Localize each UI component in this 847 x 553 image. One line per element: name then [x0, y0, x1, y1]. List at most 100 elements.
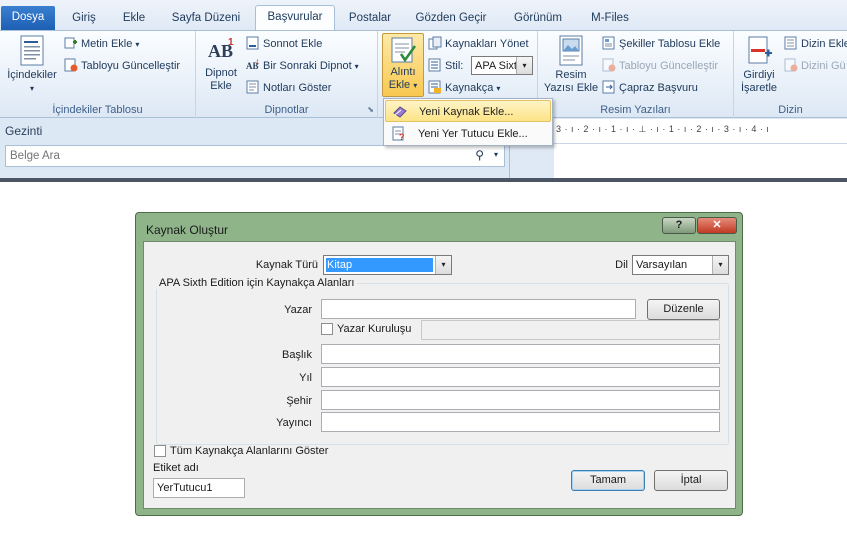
word-ribbon: Dosya Giriş Ekle Sayfa Düzeni Başvurular…: [0, 0, 847, 182]
add-new-source-label: Yeni Kaynak Ekle...: [419, 106, 514, 118]
style-selector[interactable]: Stil:: [428, 56, 463, 76]
insert-citation-icon: [391, 37, 417, 63]
corporate-author-input[interactable]: [421, 320, 720, 340]
mark-entry-label-2: İşaretle: [740, 82, 778, 94]
tab-home[interactable]: Giriş: [62, 7, 106, 30]
bibliography-button[interactable]: Kaynakça ▾: [428, 78, 500, 98]
tab-insert[interactable]: Ekle: [112, 7, 156, 30]
insert-index-button[interactable]: Dizin Ekle: [784, 34, 847, 54]
show-notes-label: Notları Göster: [263, 82, 332, 94]
update-table-icon: [64, 58, 78, 72]
mark-entry-button[interactable]: Girdiyi İşaretle: [736, 35, 782, 95]
add-new-placeholder-menu-item[interactable]: ? Yeni Yer Tutucu Ekle...: [385, 123, 551, 145]
cancel-button[interactable]: İptal: [654, 470, 728, 491]
corporate-author-checkbox[interactable]: [321, 323, 333, 335]
source-type-dropdown[interactable]: Kitap ▾: [323, 255, 452, 275]
language-dropdown[interactable]: Varsayılan ▾: [632, 255, 729, 275]
insert-footnote-button[interactable]: AB 1 Dipnot Ekle: [200, 35, 242, 93]
horizontal-ruler[interactable]: 3 · ı · 2 · ı · 1 · ı · ⊥ · ı · 1 · ı · …: [554, 119, 847, 144]
title-input[interactable]: [321, 344, 720, 364]
publisher-input[interactable]: [321, 412, 720, 432]
create-source-dialog: Kaynak Oluştur ? ✕ Kaynak Türü Kitap ▾ D…: [135, 212, 743, 516]
ribbon-tab-bar: Dosya Giriş Ekle Sayfa Düzeni Başvurular…: [0, 0, 847, 31]
language-value: Varsayılan: [636, 259, 688, 271]
language-label: Dil: [615, 259, 628, 271]
edit-author-button[interactable]: Düzenle: [647, 299, 720, 320]
insert-caption-label-1: Resim: [555, 69, 587, 81]
manage-sources-button[interactable]: Kaynakları Yönet: [428, 34, 529, 54]
tab-review[interactable]: Gözden Geçir: [408, 7, 494, 30]
dialog-title: Kaynak Oluştur: [146, 223, 229, 237]
next-footnote-label: Bir Sonraki Dipnot: [263, 60, 352, 72]
tab-m-files[interactable]: M-Files: [582, 7, 638, 30]
tab-page-layout[interactable]: Sayfa Düzeni: [163, 7, 249, 30]
tab-file[interactable]: Dosya: [1, 6, 55, 30]
ok-button[interactable]: Tamam: [571, 470, 645, 491]
endnote-icon: [246, 36, 259, 50]
search-icon[interactable]: ⚲: [475, 148, 484, 162]
help-button[interactable]: ?: [662, 217, 696, 234]
update-toc-button[interactable]: Tabloyu Güncelleştir: [64, 56, 180, 76]
bibliography-fields-legend: APA Sixth Edition için Kaynakça Alanları: [156, 277, 358, 289]
add-new-source-menu-item[interactable]: Yeni Kaynak Ekle...: [385, 100, 551, 122]
chevron-down-icon[interactable]: ▾: [712, 256, 728, 274]
insert-caption-label-2: Yazısı Ekle: [543, 82, 599, 94]
svg-text:1: 1: [256, 60, 260, 66]
tab-view[interactable]: Görünüm: [503, 7, 573, 30]
show-all-fields-checkbox[interactable]: [154, 445, 166, 457]
tag-name-label: Etiket adı: [153, 462, 199, 474]
city-input[interactable]: [321, 390, 720, 410]
style-label: Stil:: [445, 60, 464, 72]
insert-caption-button[interactable]: Resim Yazısı Ekle: [542, 35, 600, 95]
dialog-client-area: Kaynak Türü Kitap ▾ Dil Varsayılan ▾ APA…: [143, 241, 736, 509]
year-label: Yıl: [299, 372, 312, 384]
dialog-launcher-icon[interactable]: ⬊: [367, 105, 374, 114]
cross-reference-button[interactable]: Çapraz Başvuru: [602, 78, 698, 98]
insert-table-of-figures-button[interactable]: Şekiller Tablosu Ekle: [602, 34, 720, 54]
group-label-index: Dizin: [778, 104, 803, 116]
author-label: Yazar: [284, 304, 312, 316]
add-new-placeholder-label: Yeni Yer Tutucu Ekle...: [418, 128, 528, 140]
group-footnotes: AB 1 Dipnot Ekle Sonnot Ekle AB 1 Bir Sonr…: [196, 31, 378, 118]
toc-icon: [20, 35, 44, 66]
show-notes-icon: [246, 80, 259, 94]
group-label-captions: Resim Yazıları: [600, 104, 671, 116]
tag-name-input[interactable]: [153, 478, 245, 498]
style-dropdown[interactable]: APA Sixth ▾: [471, 56, 533, 75]
author-input[interactable]: [321, 299, 636, 319]
next-footnote-button[interactable]: AB 1 Bir Sonraki Dipnot ▾: [246, 56, 359, 76]
chevron-down-icon: ▾: [29, 84, 34, 93]
new-placeholder-icon: ?: [392, 126, 405, 141]
bibliography-label: Kaynakça: [445, 82, 494, 94]
toc-button[interactable]: İçindekiler ▾: [4, 35, 60, 95]
insert-endnote-label: Sonnot Ekle: [263, 38, 323, 50]
close-button[interactable]: ✕: [697, 217, 737, 234]
bibliography-icon: [428, 80, 441, 94]
chevron-down-icon[interactable]: ▾: [435, 256, 451, 274]
toc-button-label: İçindekiler: [7, 69, 57, 81]
group-table-of-contents: İçindekiler ▾ Metin Ekle ▾ Tabloyu Güncel…: [0, 31, 196, 118]
source-type-label: Kaynak Türü: [255, 259, 318, 271]
group-label-footnotes: Dipnotlar: [264, 104, 309, 116]
chevron-down-icon[interactable]: ▾: [516, 57, 532, 74]
insert-endnote-button[interactable]: Sonnot Ekle: [246, 34, 322, 54]
next-footnote-icon: AB1: [246, 60, 260, 71]
chevron-down-icon: ▾: [354, 62, 359, 71]
tab-mailings[interactable]: Postalar: [341, 7, 399, 30]
update-table-icon: [602, 58, 616, 72]
show-all-fields-label: Tüm Kaynakça Alanlarını Göster: [170, 445, 329, 457]
update-index-button[interactable]: Dizini Gü: [784, 56, 846, 76]
corporate-author-label: Yazar Kuruluşu: [337, 323, 412, 335]
year-input[interactable]: [321, 367, 720, 387]
insert-index-label: Dizin Ekle: [801, 38, 847, 50]
chevron-down-icon[interactable]: ▾: [494, 150, 498, 159]
style-icon: [428, 58, 441, 72]
update-index-icon: [784, 58, 798, 72]
tab-references[interactable]: Başvurular: [255, 5, 335, 31]
add-text-button[interactable]: Metin Ekle ▾: [64, 34, 139, 54]
document-search-input[interactable]: [10, 147, 450, 165]
show-notes-button[interactable]: Notları Göster: [246, 78, 331, 98]
update-figures-table-button[interactable]: Tabloyu Güncelleştir: [602, 56, 718, 76]
insert-citation-button[interactable]: Alıntı Ekle ▾: [382, 33, 424, 97]
cross-reference-label: Çapraz Başvuru: [619, 82, 698, 94]
